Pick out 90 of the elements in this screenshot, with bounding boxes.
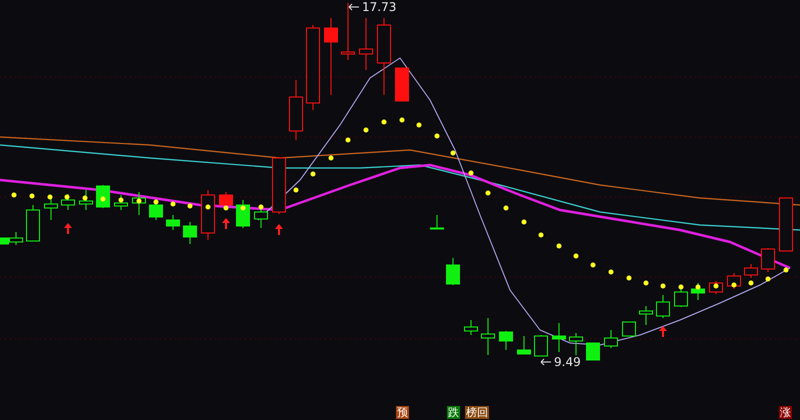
- indicator-dot: [82, 196, 88, 200]
- indicator-dot: [294, 188, 298, 192]
- indicator-dot: [714, 284, 718, 288]
- signal-tag: 榜回: [465, 406, 489, 419]
- candlestick: [430, 214, 444, 230]
- up-arrow-icon: [275, 224, 283, 235]
- price-label: 17.73: [362, 0, 396, 14]
- indicator-dot: [188, 204, 192, 208]
- indicator-dot: [538, 232, 544, 238]
- candlestick: [44, 198, 58, 220]
- candlestick: [395, 68, 409, 102]
- indicator-dot: [556, 244, 562, 248]
- indicator-dot: [732, 282, 736, 288]
- candlestick: [166, 214, 180, 230]
- indicator-dot: [400, 118, 404, 122]
- indicator-dot: [240, 206, 246, 210]
- candlestick: [622, 322, 636, 336]
- candlestick: [552, 322, 566, 352]
- candlestick: [481, 318, 495, 356]
- indicator-dot: [364, 128, 368, 132]
- indicator-dot: [644, 280, 648, 286]
- indicator-dot: [522, 220, 526, 224]
- indicator-dot: [346, 138, 350, 142]
- signal-tag: 跌: [447, 406, 460, 419]
- pointer-arrow-icon: [348, 4, 360, 10]
- candlestick: [201, 190, 215, 240]
- indicator-dot: [30, 194, 34, 198]
- candlestick: [96, 184, 110, 208]
- candlestick: [446, 258, 460, 286]
- indicator-dot: [100, 196, 106, 202]
- candlestick: [341, 2, 355, 60]
- indicator-dot: [434, 134, 440, 138]
- indicator-dot: [748, 280, 754, 286]
- candlestick: [183, 222, 197, 244]
- candlestick: [79, 190, 93, 210]
- indicator-dot: [626, 276, 632, 280]
- candlestick: [289, 80, 303, 140]
- indicator-dot: [64, 194, 70, 200]
- indicator-dot: [258, 204, 264, 210]
- indicator-dot: [608, 270, 614, 274]
- candlestick: [761, 248, 775, 272]
- indicator-dot: [310, 172, 316, 176]
- indicator-dot: [766, 276, 770, 282]
- indicator-dot: [224, 206, 228, 210]
- candlestick: [656, 294, 670, 318]
- candlestick: [639, 306, 653, 326]
- up-arrow-icon: [659, 326, 667, 337]
- indicator-dot: [170, 202, 176, 206]
- candlestick: [534, 334, 548, 356]
- candlestick: [499, 330, 513, 350]
- candlestick: [517, 336, 531, 354]
- candlestick: [604, 330, 618, 348]
- candlestick: [691, 282, 705, 300]
- indicator-dot: [450, 150, 456, 156]
- price-label: 9.49: [554, 355, 581, 369]
- indicator-dot: [328, 156, 334, 160]
- up-arrow-icon: [64, 223, 72, 234]
- indicator-dot: [206, 204, 210, 210]
- candlestick: [744, 264, 758, 278]
- candlestick: [26, 204, 40, 242]
- indicator-dot: [784, 268, 788, 272]
- indicator-dot: [574, 254, 578, 258]
- indicator-dot: [590, 262, 596, 268]
- indicator-dot: [660, 284, 666, 288]
- candlestick: [272, 158, 286, 214]
- indicator-dot: [468, 170, 474, 176]
- pointer-arrow-icon: [540, 358, 552, 366]
- indicator-dot: [416, 122, 422, 128]
- up-arrow-icon: [222, 218, 230, 229]
- indicator-dot: [696, 284, 700, 290]
- candlestick: [236, 200, 250, 228]
- indicator-dot: [504, 206, 508, 210]
- candlestick: [359, 18, 373, 70]
- indicator-dot: [48, 194, 52, 200]
- indicator-dot: [486, 190, 490, 196]
- candlestick: [586, 342, 600, 360]
- candlestick: [61, 194, 75, 210]
- signal-tag: 涨: [779, 406, 792, 419]
- candlestick: [114, 194, 128, 210]
- candlestick: [727, 272, 741, 290]
- indicator-dot: [154, 200, 158, 204]
- signal-tag: 预: [396, 406, 409, 419]
- indicator-dot: [118, 198, 124, 202]
- candlestick: [779, 198, 793, 252]
- indicator-dot: [382, 120, 386, 124]
- indicator-dot: [678, 284, 684, 290]
- indicator-dot: [136, 198, 142, 204]
- candlestick: [569, 332, 583, 356]
- indicator-dot: [12, 192, 16, 198]
- candlestick: [464, 320, 478, 336]
